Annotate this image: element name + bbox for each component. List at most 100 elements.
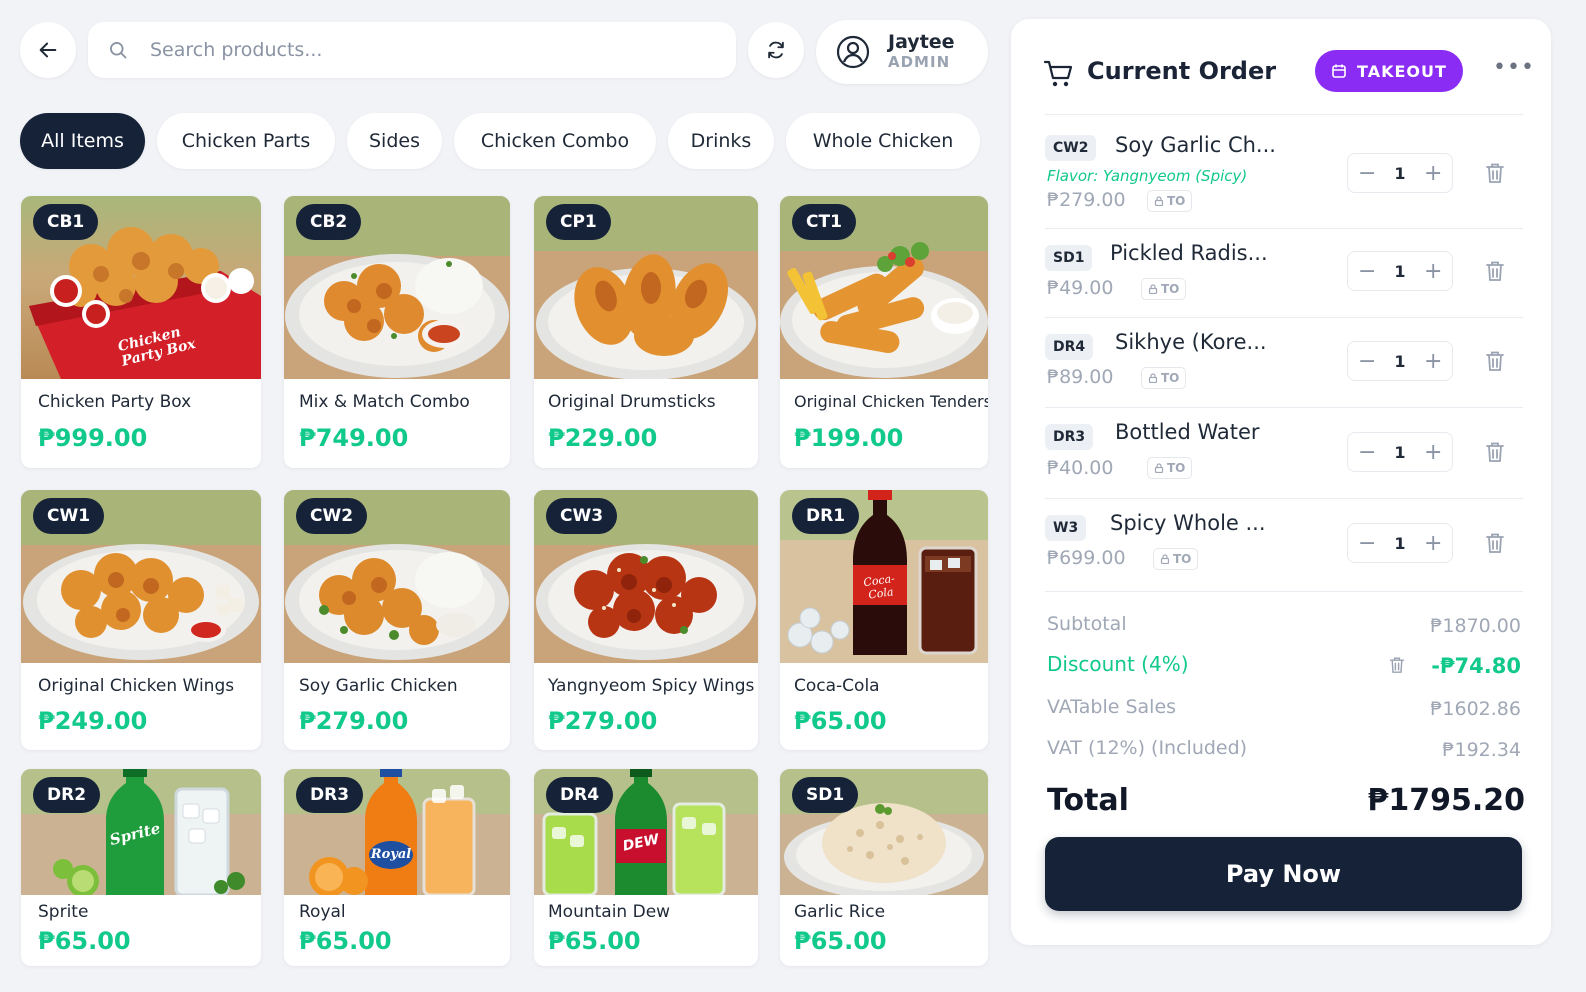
- order-item-code: DR4: [1045, 334, 1094, 360]
- search-input[interactable]: [150, 39, 710, 61]
- vat-row: VAT (12%) (Included) ₱192.34: [1047, 737, 1521, 767]
- product-code-badge: CW1: [33, 498, 105, 534]
- remove-item-button[interactable]: [1482, 258, 1508, 284]
- remove-item-button[interactable]: [1482, 348, 1508, 374]
- tab-sides[interactable]: Sides: [347, 113, 442, 169]
- increment-button[interactable]: +: [1424, 531, 1442, 556]
- cart-icon: [1043, 60, 1073, 87]
- product-code-badge: DR1: [792, 498, 860, 534]
- tab-drinks[interactable]: Drinks: [668, 113, 774, 169]
- tab-chicken-parts[interactable]: Chicken Parts: [157, 113, 335, 169]
- product-card[interactable]: CW1 Original Chicken Wings ₱249.00: [21, 490, 261, 750]
- increment-button[interactable]: +: [1424, 440, 1442, 465]
- takeout-tag: TO: [1141, 367, 1187, 389]
- order-item: W3 Spicy Whole ... ₱699.00 TO − 1 +: [1045, 511, 1523, 601]
- takeout-tag: TO: [1147, 457, 1193, 479]
- total-value: ₱1795.20: [1367, 783, 1525, 818]
- order-item: DR3 Bottled Water ₱40.00 TO − 1 +: [1045, 420, 1523, 510]
- decrement-button[interactable]: −: [1358, 349, 1376, 374]
- order-item-name: Soy Garlic Ch...: [1115, 133, 1276, 157]
- remove-item-button[interactable]: [1482, 160, 1508, 186]
- order-item-name: Spicy Whole ...: [1110, 511, 1266, 535]
- vatable-value: ₱1602.86: [1430, 698, 1521, 720]
- takeout-tag: TO: [1147, 190, 1193, 212]
- tab-all-items[interactable]: All Items: [20, 113, 145, 169]
- pay-now-button[interactable]: Pay Now: [1045, 837, 1522, 911]
- takeout-mode-button[interactable]: TAKEOUT: [1315, 50, 1463, 92]
- lock-icon: [1154, 196, 1164, 206]
- quantity-value: 1: [1394, 351, 1406, 371]
- refresh-button[interactable]: [748, 22, 804, 78]
- back-button[interactable]: [20, 22, 76, 78]
- tab-whole-chicken[interactable]: Whole Chicken: [786, 113, 980, 169]
- divider: [1045, 407, 1523, 408]
- product-price: ₱65.00: [794, 707, 887, 735]
- tab-chicken-combo[interactable]: Chicken Combo: [454, 113, 656, 169]
- increment-button[interactable]: +: [1424, 259, 1442, 284]
- subtotal-value: ₱1870.00: [1430, 615, 1521, 637]
- product-price: ₱279.00: [548, 707, 658, 735]
- more-options-button[interactable]: •••: [1493, 55, 1535, 80]
- product-code-badge: CB1: [33, 204, 99, 240]
- product-code-badge: DR2: [33, 777, 101, 813]
- order-item-code: CW2: [1045, 135, 1097, 161]
- increment-button[interactable]: +: [1424, 161, 1442, 186]
- search-bar: [88, 22, 736, 78]
- product-code-badge: CB2: [296, 204, 362, 240]
- divider: [1045, 114, 1523, 115]
- order-item-price: ₱49.00: [1047, 277, 1114, 299]
- product-card[interactable]: DEW DR4 Mountain Dew ₱65.00: [534, 769, 758, 966]
- decrement-button[interactable]: −: [1358, 259, 1376, 284]
- remove-item-button[interactable]: [1482, 530, 1508, 556]
- product-name: Mountain Dew: [548, 902, 671, 922]
- lock-icon: [1148, 373, 1158, 383]
- product-price: ₱65.00: [38, 927, 131, 955]
- remove-discount-button[interactable]: [1389, 656, 1405, 678]
- product-card[interactable]: CW2 Soy Garlic Chicken ₱279.00: [284, 490, 510, 750]
- product-name: Sprite: [38, 902, 89, 922]
- trash-icon: [1486, 261, 1504, 281]
- order-item-name: Pickled Radis...: [1110, 241, 1268, 265]
- vat-label: VAT (12%) (Included): [1047, 737, 1248, 759]
- takeout-tag: TO: [1141, 278, 1187, 300]
- user-icon: [836, 35, 870, 69]
- trash-icon: [1389, 657, 1405, 673]
- product-card[interactable]: Sprite DR2 Sprite ₱65.00: [21, 769, 261, 966]
- product-card[interactable]: CP1 Original Drumsticks ₱229.00: [534, 196, 758, 468]
- user-profile-chip[interactable]: Jaytee ADMIN: [816, 20, 988, 84]
- quantity-stepper: − 1 +: [1347, 341, 1453, 381]
- quantity-stepper: − 1 +: [1347, 523, 1453, 563]
- product-price: ₱279.00: [299, 707, 409, 735]
- total-label: Total: [1047, 783, 1129, 818]
- divider: [1045, 228, 1523, 229]
- product-card[interactable]: CT1 Original Chicken Tenders ₱199.00: [780, 196, 988, 468]
- user-name: Jaytee: [888, 31, 955, 54]
- product-price: ₱65.00: [794, 927, 887, 955]
- subtotal-row: Subtotal ₱1870.00: [1047, 613, 1521, 643]
- product-price: ₱249.00: [38, 707, 148, 735]
- takeout-tag: TO: [1153, 548, 1199, 570]
- lock-icon: [1154, 463, 1164, 473]
- decrement-button[interactable]: −: [1358, 161, 1376, 186]
- trash-icon: [1486, 163, 1504, 183]
- increment-button[interactable]: +: [1424, 349, 1442, 374]
- order-header: Current Order TAKEOUT •••: [1043, 50, 1535, 103]
- order-item: CW2 Soy Garlic Ch... Flavor: Yangnyeom (…: [1045, 133, 1523, 223]
- vatable-row: VATable Sales ₱1602.86: [1047, 696, 1521, 726]
- product-card[interactable]: CB2 Mix & Match Combo ₱749.00: [284, 196, 510, 468]
- lock-icon: [1160, 554, 1170, 564]
- order-item-name: Bottled Water: [1115, 420, 1260, 444]
- product-name: Mix & Match Combo: [299, 392, 470, 412]
- product-code-badge: SD1: [792, 777, 859, 813]
- product-name: Royal: [299, 902, 346, 922]
- product-card[interactable]: Chicken Party Box CB1 Chicken Party Box …: [21, 196, 261, 468]
- product-price: ₱65.00: [548, 927, 641, 955]
- decrement-button[interactable]: −: [1358, 440, 1376, 465]
- decrement-button[interactable]: −: [1358, 531, 1376, 556]
- product-card[interactable]: CW3 Yangnyeom Spicy Wings ₱279.00: [534, 490, 758, 750]
- product-card[interactable]: Royal DR3 Royal ₱65.00: [284, 769, 510, 966]
- product-card[interactable]: SD1 Garlic Rice ₱65.00: [780, 769, 988, 966]
- product-name: Soy Garlic Chicken: [299, 676, 458, 696]
- remove-item-button[interactable]: [1482, 439, 1508, 465]
- product-card[interactable]: Coca-Cola DR1 Coca-Cola ₱65.00: [780, 490, 988, 750]
